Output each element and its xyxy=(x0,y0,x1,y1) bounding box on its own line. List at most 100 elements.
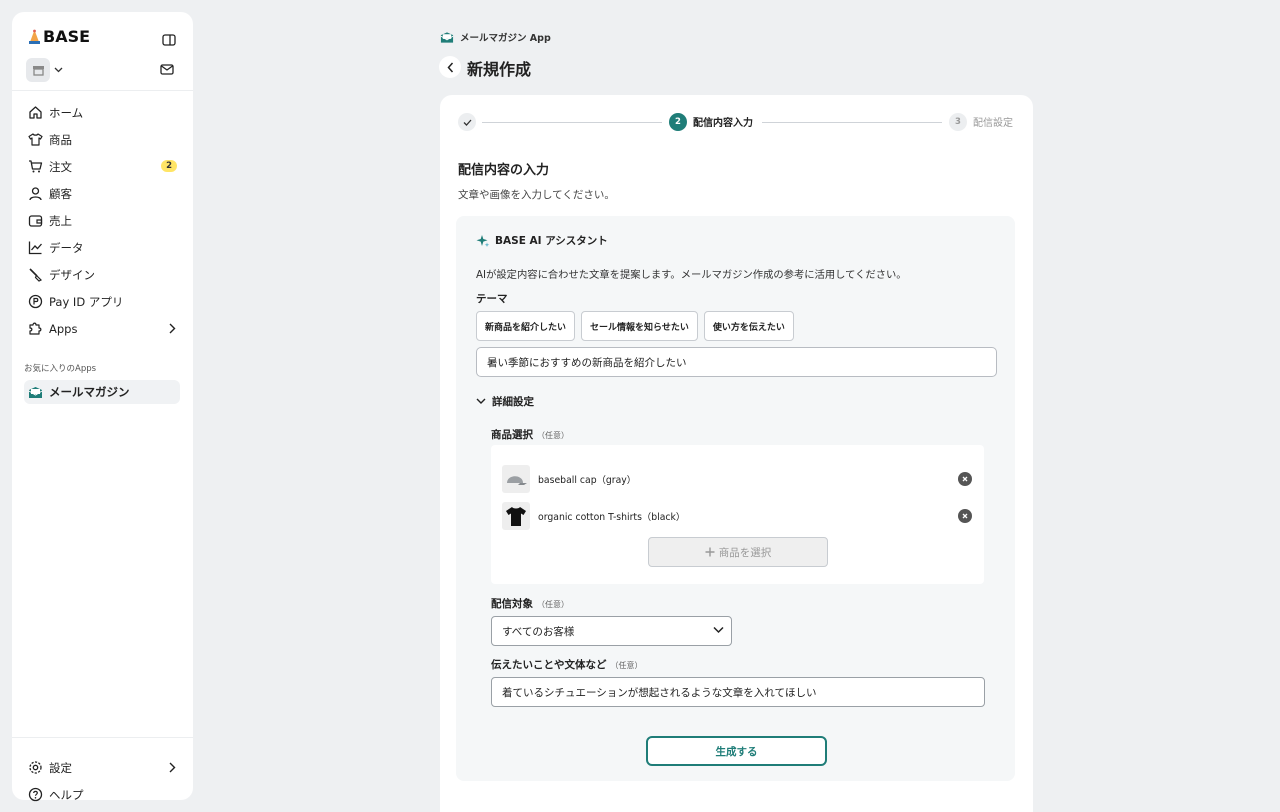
mail-magazine-icon xyxy=(440,31,454,43)
orders-count-badge: 2 xyxy=(161,160,177,172)
section-title: 配信内容の入力 xyxy=(458,163,550,178)
sidebar-item-customers[interactable]: 顧客 xyxy=(24,180,180,207)
detail-settings-label: 詳細設定 xyxy=(492,396,534,408)
logo-mark-icon xyxy=(29,29,40,44)
theme-chip-new-product[interactable]: 新商品を紹介したい xyxy=(476,311,576,341)
sidebar-item-mail-magazine[interactable]: メールマガジン xyxy=(24,380,180,404)
sidebar-item-home[interactable]: ホーム xyxy=(24,99,180,126)
ai-assistant-header: BASE AI アシスタント xyxy=(476,233,608,248)
mail-magazine-icon xyxy=(28,386,43,398)
step-3-label: 配信設定 xyxy=(973,118,1013,129)
sidebar-item-design[interactable]: デザイン xyxy=(24,261,180,288)
product-thumbnail xyxy=(502,502,530,530)
favorites-heading: お気に入りのApps xyxy=(24,364,97,374)
back-button[interactable] xyxy=(439,56,461,78)
close-icon xyxy=(962,476,968,482)
generate-button[interactable]: 生成する xyxy=(646,736,827,766)
sidebar-item-label: Apps xyxy=(49,321,78,336)
target-select[interactable]: すべてのお客様 xyxy=(491,616,732,646)
gear-icon xyxy=(29,761,42,774)
puzzle-icon xyxy=(29,322,42,335)
product-select-title: 商品選択 xyxy=(491,429,533,441)
sidebar: BASE ホーム 商品 注文 2 顧客 売上 データ デザイン Pay ID ア… xyxy=(12,12,193,802)
sidebar-item-label: データ xyxy=(49,240,84,255)
add-product-button[interactable]: 商品を選択 xyxy=(648,537,828,567)
target-title: 配信対象 xyxy=(491,598,533,610)
step-2-label: 配信内容入力 xyxy=(693,118,753,129)
style-input[interactable]: 着ているシチュエーションが想起されるような文章を入れてほしい xyxy=(491,677,985,707)
store-icon xyxy=(26,58,50,82)
theme-chip-howto[interactable]: 使い方を伝えたい xyxy=(703,311,794,341)
chart-icon xyxy=(28,241,42,255)
sidebar-item-help[interactable]: ヘルプ xyxy=(24,781,180,808)
remove-product-button[interactable] xyxy=(958,472,972,486)
close-icon xyxy=(962,513,968,519)
product-name: organic cotton T-shirts（black） xyxy=(538,512,686,523)
target-select-value: すべてのお客様 xyxy=(502,625,575,638)
app-name: メールマガジン App xyxy=(460,33,551,44)
optional-tag: （任意） xyxy=(610,661,643,670)
brand-name: BASE xyxy=(43,27,91,46)
plus-icon xyxy=(705,547,715,557)
sidebar-item-settings[interactable]: 設定 xyxy=(24,754,180,781)
step-connector xyxy=(482,122,662,123)
tshirt-icon xyxy=(506,507,526,526)
sidebar-nav: ホーム 商品 注文 2 顧客 売上 データ デザイン Pay ID アプリ Ap… xyxy=(24,99,180,342)
optional-tag: （任意） xyxy=(537,600,569,609)
product-select-label: 商品選択 （任意） xyxy=(491,427,569,442)
sidebar-item-label: 顧客 xyxy=(49,186,72,201)
add-product-label: 商品を選択 xyxy=(718,546,772,559)
ai-assistant-title: BASE AI アシスタント xyxy=(495,235,608,247)
mail-icon[interactable] xyxy=(160,64,174,75)
ai-description: AIが設定内容に合わせた文章を提案します。メールマガジン作成の参考に活用してくだ… xyxy=(476,269,907,281)
optional-tag: （任意） xyxy=(537,431,569,440)
app-breadcrumb: メールマガジン App xyxy=(440,30,551,44)
chevron-right-icon xyxy=(169,323,176,334)
chevron-down-icon xyxy=(54,67,63,73)
theme-label: テーマ xyxy=(476,293,508,305)
sidebar-item-orders[interactable]: 注文 2 xyxy=(24,153,180,180)
panel-toggle-icon[interactable] xyxy=(162,34,176,46)
chevron-left-icon xyxy=(446,62,453,72)
detail-settings-toggle[interactable]: 詳細設定 xyxy=(476,394,534,409)
shirt-icon xyxy=(28,133,43,146)
ai-assistant-panel: BASE AI アシスタント AIが設定内容に合わせた文章を提案します。メールマ… xyxy=(456,216,1015,781)
theme-chip-sale[interactable]: セール情報を知らせたい xyxy=(581,311,698,341)
brush-icon xyxy=(29,268,43,282)
stepper: 2 配信内容入力 3 配信設定 xyxy=(458,112,1018,132)
sidebar-item-label: Pay ID アプリ xyxy=(49,294,124,309)
step-connector xyxy=(762,122,942,123)
target-label: 配信対象 （任意） xyxy=(491,596,569,611)
step-2-number: 2 xyxy=(669,113,687,131)
sidebar-item-label: 注文 xyxy=(49,159,72,174)
sidebar-item-label: デザイン xyxy=(49,267,95,282)
cap-icon xyxy=(507,476,527,485)
product-thumbnail xyxy=(502,465,530,493)
sidebar-item-apps[interactable]: Apps xyxy=(24,315,180,342)
style-title: 伝えたいことや文体など xyxy=(491,659,607,671)
sparkle-icon xyxy=(476,234,490,247)
home-icon xyxy=(29,106,42,119)
store-switcher[interactable] xyxy=(26,58,63,82)
product-row: organic cotton T-shirts（black） xyxy=(502,500,974,532)
cart-icon xyxy=(29,160,43,173)
product-row: baseball cap（gray） xyxy=(502,463,974,495)
sidebar-item-sales[interactable]: 売上 xyxy=(24,207,180,234)
sidebar-item-label: 商品 xyxy=(49,132,72,147)
main-card: 2 配信内容入力 3 配信設定 配信内容の入力 文章や画像を入力してください。 … xyxy=(440,95,1033,812)
chevron-right-icon xyxy=(169,762,176,773)
sidebar-item-payid[interactable]: Pay ID アプリ xyxy=(24,288,180,315)
sidebar-item-label: ヘルプ xyxy=(49,787,84,802)
base-logo[interactable]: BASE xyxy=(28,27,90,46)
theme-input[interactable]: 暑い季節におすすめの新商品を紹介したい xyxy=(476,347,997,377)
chevron-down-icon xyxy=(476,398,486,404)
sidebar-item-data[interactable]: データ xyxy=(24,234,180,261)
theme-chips: 新商品を紹介したい セール情報を知らせたい 使い方を伝えたい xyxy=(476,311,794,341)
sidebar-item-label: 売上 xyxy=(49,213,72,228)
product-list: baseball cap（gray） organic cotton T-shir… xyxy=(491,445,984,584)
favorite-app-label: メールマガジン xyxy=(49,385,130,399)
sidebar-bottom-nav: 設定 ヘルプ xyxy=(24,754,180,808)
remove-product-button[interactable] xyxy=(958,509,972,523)
wallet-icon xyxy=(28,215,43,227)
sidebar-item-products[interactable]: 商品 xyxy=(24,126,180,153)
